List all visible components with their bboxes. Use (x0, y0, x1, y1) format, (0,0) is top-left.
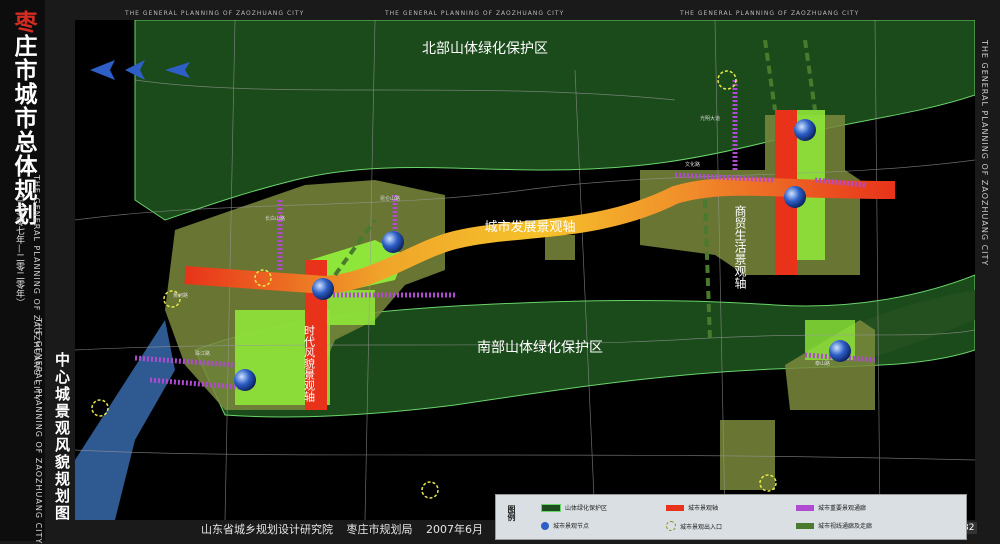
credit-date: 2007年6月 (426, 523, 483, 536)
map-title: 中心城景观风貌规划图 (53, 352, 71, 522)
road-label-0: 文化路 (685, 161, 700, 168)
plan-period: （二零零七年—二零二零年） (14, 190, 24, 307)
legend: 图例 山体绿化保护区 城市景观轴 城市重要景观通廊 城市景观节点 城市景观出入口… (495, 494, 967, 540)
credit-line: 山东省城乡规划设计研究院 枣庄市规划局 2007年6月 (201, 521, 493, 537)
legend-swatch-1 (666, 504, 684, 511)
legend-item-0: 山体绿化保护区 (541, 503, 607, 512)
landscape-map: 北部山体绿化保护区 南部山体绿化保护区 城市发展景观轴 商贸生活景观轴 时代风貌… (75, 20, 975, 520)
legend-title: 图例 (507, 505, 516, 521)
era-axis-label: 时代风貌景观轴 (303, 325, 316, 402)
legend-label-4: 城市景观出入口 (680, 523, 723, 531)
main-title-first-char: 枣 (10, 10, 36, 34)
english-title-map: THE GENERAL PLANNING OF ZAOZHUANG CITY (34, 318, 43, 544)
legend-item-5: 城市视线通廊及走廊 (796, 521, 872, 530)
road-label-3: 长白山路 (265, 215, 285, 222)
road-label-5: 光明大道 (700, 115, 720, 122)
english-title-right: THE GENERAL PLANNING OF ZAOZHUANG CITY (980, 40, 989, 267)
road-label-4: 昆仑山路 (380, 195, 400, 202)
legend-item-2: 城市重要景观通廊 (796, 503, 866, 512)
urban-south (720, 420, 775, 490)
credit-bureau: 枣庄市规划局 (346, 523, 413, 536)
commerce-axis-label: 商贸生活景观轴 (733, 204, 747, 289)
header-english-3: THE GENERAL PLANNING OF ZAOZHUANG CITY (680, 10, 860, 17)
main-axis-label: 城市发展景观轴 (484, 219, 575, 235)
credit-institute: 山东省城乡规划设计研究院 (201, 523, 333, 536)
legend-label-1: 城市景观轴 (688, 505, 719, 512)
road-label-2: 珠江路 (195, 350, 210, 357)
legend-item-3: 城市景观节点 (541, 521, 589, 530)
legend-swatch-4 (666, 521, 676, 531)
legend-label-5: 城市视线通廊及走廊 (818, 523, 873, 530)
legend-label-0: 山体绿化保护区 (565, 505, 608, 512)
legend-swatch-0 (541, 503, 561, 512)
legend-label-2: 城市重要景观通廊 (818, 505, 867, 512)
legend-item-4: 城市景观出入口 (666, 521, 722, 531)
legend-swatch-5 (796, 522, 814, 529)
legend-swatch-2 (796, 504, 814, 511)
header-english-2: THE GENERAL PLANNING OF ZAOZHUANG CITY (385, 10, 565, 17)
south-zone-label: 南部山体绿化保护区 (477, 340, 603, 356)
road-label-6: 泰山路 (815, 360, 830, 367)
legend-label-3: 城市景观节点 (553, 523, 590, 530)
road-label-1: 黄河路 (173, 292, 188, 299)
legend-item-1: 城市景观轴 (666, 503, 718, 512)
north-zone-label: 北部山体绿化保护区 (422, 41, 548, 57)
legend-swatch-3 (541, 521, 549, 530)
header-english-1: THE GENERAL PLANNING OF ZAOZHUANG CITY (125, 10, 305, 17)
urban-small (545, 235, 575, 260)
